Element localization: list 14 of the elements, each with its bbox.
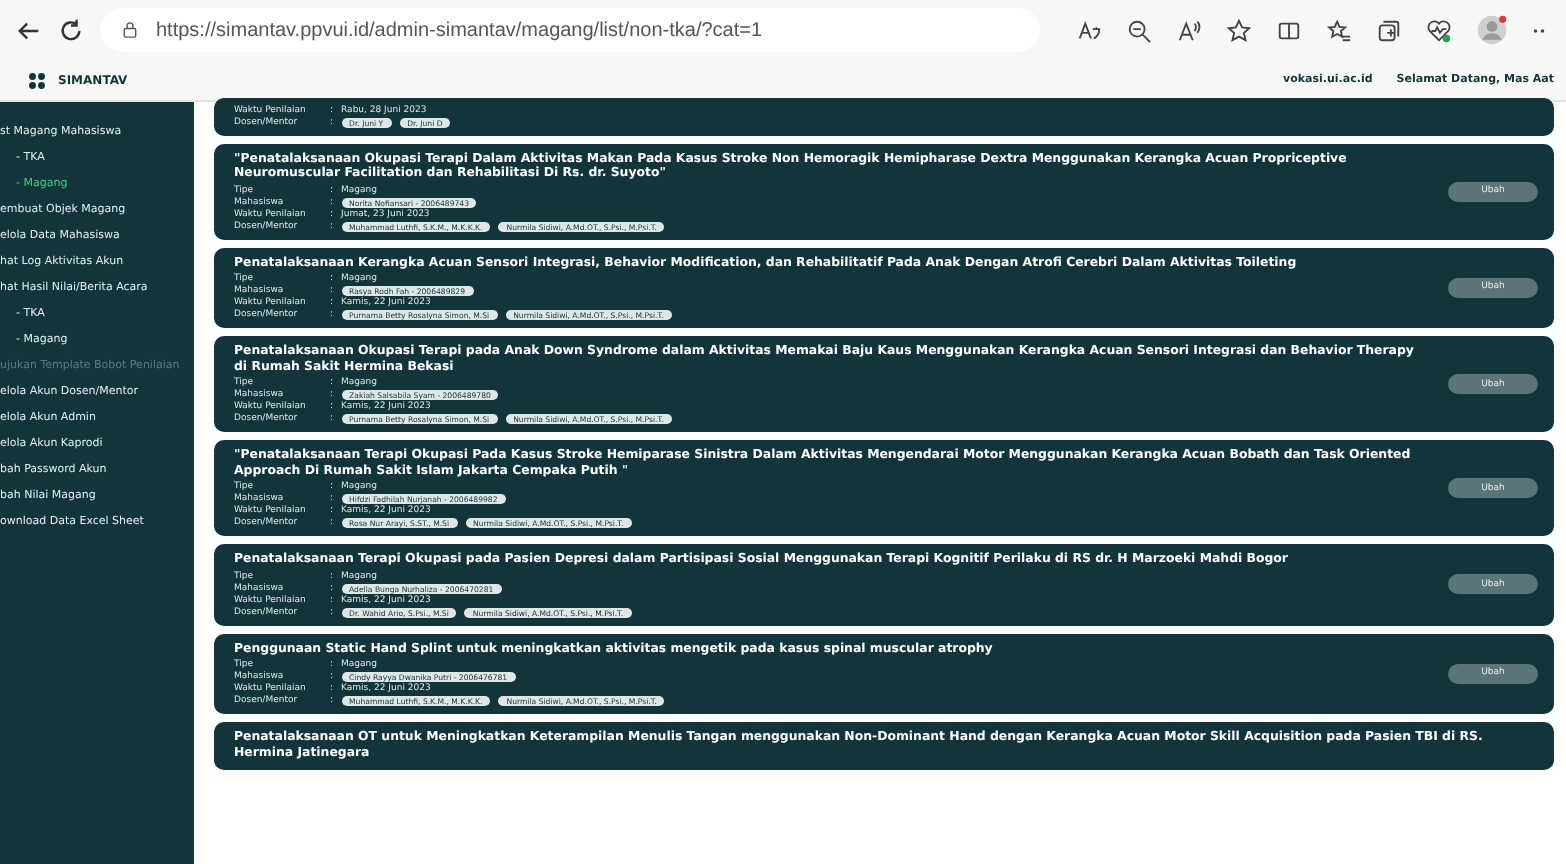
heart-pulse-icon[interactable] bbox=[1426, 17, 1452, 43]
translate-icon[interactable] bbox=[1076, 17, 1102, 43]
collections-icon[interactable] bbox=[1376, 17, 1402, 43]
read-aloud-icon[interactable] bbox=[1176, 17, 1202, 43]
lock-icon bbox=[120, 20, 140, 40]
split-screen-icon[interactable] bbox=[1276, 17, 1302, 43]
star-icon[interactable] bbox=[1226, 17, 1252, 43]
favorites-icon[interactable] bbox=[1326, 17, 1352, 43]
reload-icon[interactable] bbox=[58, 17, 84, 43]
address-bar[interactable]: https://simantav.ppvui.id/admin-simantav/magang/list/non-tka/?cat=1 bbox=[100, 8, 1040, 52]
logo-icon bbox=[28, 71, 46, 89]
zoom-out-icon[interactable] bbox=[1126, 17, 1152, 43]
back-icon[interactable] bbox=[16, 17, 42, 43]
avatar-icon[interactable] bbox=[1476, 14, 1508, 46]
